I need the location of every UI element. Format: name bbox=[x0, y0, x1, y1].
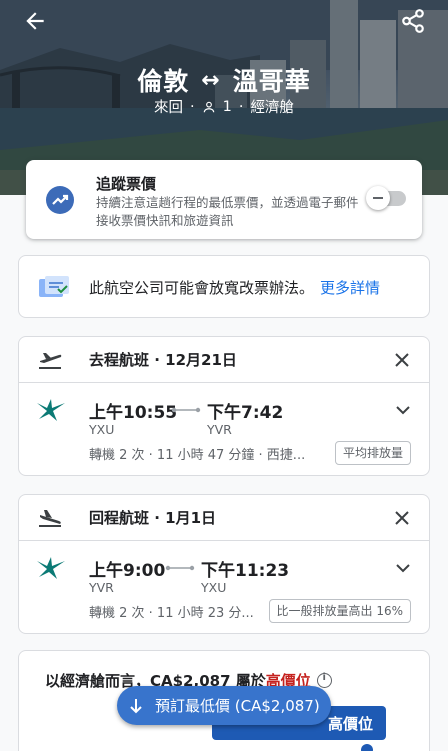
westjet-logo-icon bbox=[37, 399, 65, 421]
person-icon bbox=[203, 101, 214, 112]
swap-arrows-icon: ↔ bbox=[201, 67, 221, 93]
trip-summary: 來回 · 1 · 經濟艙 bbox=[0, 96, 448, 117]
emissions-badge[interactable]: 平均排放量 bbox=[334, 441, 411, 465]
track-prices-title: 追蹤票價 bbox=[96, 175, 157, 193]
back-arrow-icon[interactable] bbox=[22, 8, 48, 34]
book-cheapest-button[interactable]: 預訂最低價 (CA$2,087) bbox=[117, 686, 331, 725]
arrow-down-icon bbox=[130, 698, 142, 713]
price-marker bbox=[361, 744, 373, 751]
return-flight-card[interactable]: 回程航班 · 1月1日 上午9:00 下午11:23 YVR YXU 轉機 2 … bbox=[18, 494, 430, 634]
chevron-down-icon[interactable] bbox=[395, 405, 411, 415]
close-icon[interactable] bbox=[393, 351, 411, 369]
connection-line bbox=[165, 565, 195, 571]
info-icon[interactable] bbox=[316, 672, 332, 688]
outbound-flight-card[interactable]: 去程航班 · 12月21日 上午10:55 下午7:42 YXU YVR 轉機 … bbox=[18, 336, 430, 476]
close-icon[interactable] bbox=[393, 509, 411, 527]
more-details-link[interactable]: 更多詳情 bbox=[320, 279, 380, 297]
separator: · bbox=[238, 98, 244, 115]
connection-line bbox=[171, 407, 201, 413]
flight-meta: 轉機 2 次 · 11 小時 23 分... bbox=[89, 606, 254, 621]
return-header: 回程航班 · 1月1日 bbox=[19, 495, 429, 541]
departure-plane-icon bbox=[39, 353, 62, 369]
track-prices-card: 追蹤票價 持續注意這趟行程的最低票價，並透過電子郵件接收票價快訊和旅遊資訊 bbox=[26, 160, 422, 239]
westjet-logo-icon bbox=[37, 557, 65, 579]
destination-city: 溫哥華 bbox=[232, 67, 311, 96]
arrive-time: 下午7:42 bbox=[207, 403, 284, 423]
book-cheapest-label: 預訂最低價 (CA$2,087) bbox=[155, 697, 320, 715]
arrive-airport: YVR bbox=[207, 422, 232, 437]
separator: · bbox=[190, 98, 195, 115]
arrive-time: 下午11:23 bbox=[201, 561, 290, 581]
emissions-badge[interactable]: 比一般排放量高出 16% bbox=[268, 599, 411, 623]
arrival-plane-icon bbox=[39, 510, 61, 527]
outbound-label: 去程航班 · 12月21日 bbox=[89, 351, 237, 369]
track-prices-description: 持續注意這趟行程的最低票價，並透過電子郵件接收票價快訊和旅遊資訊 bbox=[96, 195, 359, 228]
notice-text-row: 此航空公司可能會放寬改票辦法。 更多詳情 bbox=[89, 277, 380, 298]
route-title: 倫敦 ↔ 溫哥華 bbox=[0, 62, 448, 98]
notice-text: 此航空公司可能會放寬改票辦法。 bbox=[89, 279, 315, 297]
arrive-airport: YXU bbox=[201, 580, 227, 595]
trip-type: 來回 bbox=[154, 100, 184, 116]
trend-icon bbox=[46, 186, 74, 214]
depart-airport: YXU bbox=[89, 422, 115, 437]
chevron-down-icon[interactable] bbox=[395, 563, 411, 573]
depart-airport: YVR bbox=[89, 580, 114, 595]
outbound-header: 去程航班 · 12月21日 bbox=[19, 337, 429, 383]
ticket-icon bbox=[39, 276, 69, 297]
cabin-class: 經濟艙 bbox=[250, 100, 294, 116]
depart-time: 上午9:00 bbox=[89, 561, 166, 581]
passenger-count: 1 bbox=[222, 98, 232, 115]
change-policy-notice: 此航空公司可能會放寬改票辦法。 更多詳情 bbox=[18, 255, 430, 318]
flight-meta: 轉機 2 次 · 11 小時 47 分鐘 · 西捷... bbox=[89, 448, 306, 463]
origin-city: 倫敦 bbox=[137, 67, 190, 96]
depart-time: 上午10:55 bbox=[89, 403, 178, 423]
track-prices-toggle[interactable] bbox=[366, 186, 406, 210]
share-icon[interactable] bbox=[400, 8, 426, 34]
return-label: 回程航班 · 1月1日 bbox=[89, 509, 217, 527]
